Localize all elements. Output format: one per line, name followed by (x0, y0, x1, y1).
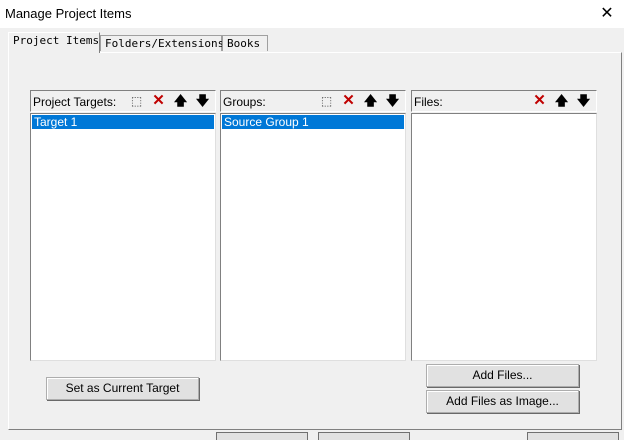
dialog-button[interactable] (527, 432, 619, 440)
set-current-target-button[interactable]: Set as Current Target (46, 377, 199, 400)
dialog-button[interactable] (216, 432, 308, 440)
project-targets-header: Project Targets: ⬚ ✕ 🡅 🡇 (30, 90, 216, 112)
tab-folders-extensions[interactable]: Folders/Extensions (100, 35, 224, 51)
arrow-down-icon[interactable]: 🡇 (193, 92, 212, 110)
files-group: Files: ✕ 🡅 🡇 (411, 90, 597, 362)
groups-list[interactable]: Source Group 1 (220, 113, 406, 361)
delete-icon[interactable]: ✕ (339, 92, 358, 110)
list-item[interactable]: Source Group 1 (222, 115, 404, 129)
groups-group: Groups: ⬚ ✕ 🡅 🡇 Source Group 1 (220, 90, 406, 362)
dialog-button[interactable] (318, 432, 410, 440)
title-bar: Manage Project Items ✕ (0, 0, 624, 28)
new-item-icon[interactable]: ⬚ (127, 92, 146, 110)
groups-header: Groups: ⬚ ✕ 🡅 🡇 (220, 90, 406, 112)
tab-books[interactable]: Books (222, 35, 268, 51)
close-icon[interactable]: ✕ (596, 3, 618, 25)
project-targets-label: Project Targets: (33, 95, 117, 109)
files-header: Files: ✕ 🡅 🡇 (411, 90, 597, 112)
delete-icon[interactable]: ✕ (149, 92, 168, 110)
project-targets-group: Project Targets: ⬚ ✕ 🡅 🡇 Target 1 (30, 90, 216, 362)
arrow-down-icon[interactable]: 🡇 (383, 92, 402, 110)
arrow-up-icon[interactable]: 🡅 (552, 92, 571, 110)
files-list[interactable] (411, 113, 597, 361)
new-item-icon[interactable]: ⬚ (317, 92, 336, 110)
add-files-button[interactable]: Add Files... (426, 364, 579, 387)
arrow-down-icon[interactable]: 🡇 (574, 92, 593, 110)
files-label: Files: (414, 95, 443, 109)
list-item[interactable]: Target 1 (32, 115, 214, 129)
groups-label: Groups: (223, 95, 266, 109)
arrow-up-icon[interactable]: 🡅 (361, 92, 380, 110)
delete-icon[interactable]: ✕ (530, 92, 549, 110)
add-files-as-image-button[interactable]: Add Files as Image... (426, 390, 579, 413)
project-targets-list[interactable]: Target 1 (30, 113, 216, 361)
window-title: Manage Project Items (5, 6, 132, 21)
tab-project-items[interactable]: Project Items (8, 32, 100, 53)
arrow-up-icon[interactable]: 🡅 (171, 92, 190, 110)
